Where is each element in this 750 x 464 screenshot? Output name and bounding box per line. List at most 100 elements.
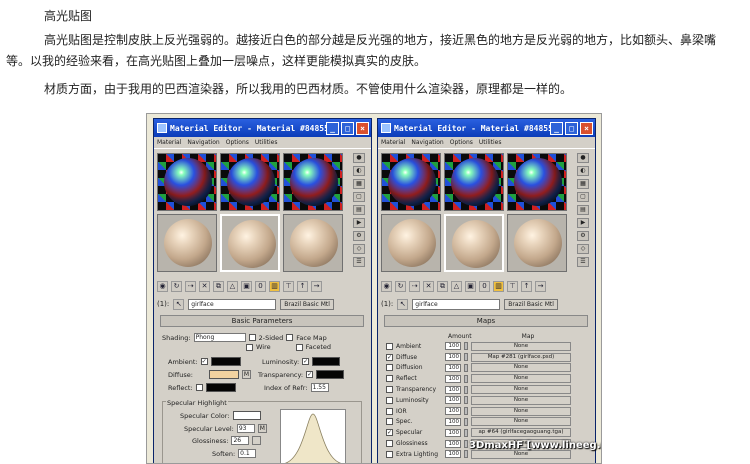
material-type-button[interactable]: Brazil Basic Mtl [280,298,334,310]
go-forward-icon[interactable]: → [311,280,322,292]
map-slot-button[interactable]: None [471,449,571,459]
make-copy-icon[interactable]: ⧉ [437,280,448,292]
sample-type-icon[interactable]: ● [577,153,589,163]
pick-material-icon[interactable]: ↖ [397,298,409,310]
ambient-lock-checkbox[interactable]: ✓ [200,358,208,365]
map-amount-input[interactable]: 100 [445,439,461,448]
map-amount-input[interactable]: 100 [445,407,461,416]
show-map-icon[interactable]: ▥ [493,280,504,292]
map-slot-button[interactable]: None [471,395,571,405]
luminosity-checkbox[interactable]: ✓ [302,358,310,365]
spec-level-input[interactable]: 93 [236,424,255,433]
map-amount-spinner[interactable] [464,396,468,405]
map-amount-spinner[interactable] [464,374,468,383]
diffuse-color-swatch[interactable] [208,370,239,379]
glossiness-input[interactable]: 26 [231,436,250,445]
transparency-checkbox[interactable]: ✓ [306,371,314,378]
reset-map-icon[interactable]: ✕ [199,280,210,292]
map-slot-button[interactable]: ap #64 (girlfacegaoguang.tga) [471,428,571,438]
sample-type-icon[interactable]: ● [353,153,365,163]
map-amount-spinner[interactable] [464,439,468,448]
map-slot-button[interactable]: None [471,385,571,395]
map-amount-spinner[interactable] [464,342,468,351]
material-slot-selected[interactable] [444,214,504,272]
diffuse-map-button[interactable]: M [241,370,251,379]
map-enable-checkbox[interactable] [386,375,393,383]
ior-input[interactable]: 1.55 [310,383,329,392]
close-button[interactable]: × [580,121,593,135]
go-to-parent-icon[interactable]: ↑ [297,280,308,292]
show-map-icon[interactable]: ▥ [269,280,280,292]
video-color-icon[interactable]: ▤ [353,205,365,215]
video-color-icon[interactable]: ▤ [577,205,589,215]
menu-utilities[interactable]: Utilities [479,139,502,146]
map-enable-checkbox[interactable] [386,440,393,448]
map-enable-checkbox[interactable] [386,396,393,404]
material-slot[interactable] [507,214,567,272]
map-amount-input[interactable]: 100 [445,428,461,437]
material-slot[interactable] [157,214,217,272]
luminosity-color-swatch[interactable] [312,357,341,366]
uv-tiling-icon[interactable]: ▢ [353,192,365,202]
background-icon[interactable]: ▦ [577,179,589,189]
make-preview-icon[interactable]: ▶ [577,218,589,228]
map-slot-button[interactable]: None [471,417,571,427]
reflect-color-swatch[interactable] [205,383,236,392]
put-to-scene-icon[interactable]: ↻ [171,280,182,292]
make-unique-icon[interactable]: △ [227,280,238,292]
glossiness-map-button[interactable] [252,436,262,445]
close-button[interactable]: × [356,121,369,135]
minimize-button[interactable]: _ [550,121,563,135]
map-amount-spinner[interactable] [464,450,468,459]
map-enable-checkbox[interactable] [386,342,393,350]
assign-material-icon[interactable]: ⇢ [185,280,196,292]
material-slot[interactable] [444,153,504,211]
material-type-button[interactable]: Brazil Basic Mtl [504,298,558,310]
map-amount-spinner[interactable] [464,428,468,437]
shading-dropdown[interactable]: Phong [193,333,246,342]
map-enable-checkbox[interactable]: ✓ [386,429,393,437]
rollout-header[interactable]: Basic Parameters [160,315,364,327]
select-by-material-icon[interactable]: ◇ [577,244,589,254]
reflect-checkbox[interactable] [195,384,203,391]
map-enable-checkbox[interactable]: ✓ [386,353,393,361]
map-enable-checkbox[interactable] [386,364,393,372]
menu-options[interactable]: Options [450,139,473,146]
show-end-result-icon[interactable]: ⊤ [507,280,518,292]
map-amount-spinner[interactable] [464,407,468,416]
material-slot[interactable] [283,153,343,211]
map-amount-input[interactable]: 100 [445,374,461,383]
transparency-color-swatch[interactable] [316,370,345,379]
menu-utilities[interactable]: Utilities [255,139,278,146]
go-to-parent-icon[interactable]: ↑ [521,280,532,292]
material-slot[interactable] [283,214,343,272]
menu-material[interactable]: Material [157,139,181,146]
options-icon[interactable]: ⚙ [353,231,365,241]
menu-options[interactable]: Options [226,139,249,146]
uv-tiling-icon[interactable]: ▢ [577,192,589,202]
map-amount-input[interactable]: 100 [445,342,461,351]
select-by-material-icon[interactable]: ◇ [353,244,365,254]
material-id-icon[interactable]: 0 [479,280,490,292]
backlight-icon[interactable]: ◐ [353,166,365,176]
minimize-button[interactable]: _ [326,121,339,135]
map-slot-button[interactable]: None [471,374,571,384]
show-end-result-icon[interactable]: ⊤ [283,280,294,292]
spec-level-map-button[interactable]: M [257,424,267,433]
map-enable-checkbox[interactable] [386,418,393,426]
map-amount-input[interactable]: 100 [445,396,461,405]
make-preview-icon[interactable]: ▶ [353,218,365,228]
get-material-icon[interactable]: ◉ [381,280,392,292]
options-icon[interactable]: ⚙ [577,231,589,241]
soften-input[interactable]: 0.1 [238,449,257,458]
map-amount-input[interactable]: 100 [445,417,461,426]
assign-material-icon[interactable]: ⇢ [409,280,420,292]
map-amount-input[interactable]: 100 [445,363,461,372]
map-enable-checkbox[interactable] [386,450,393,458]
material-navigator-icon[interactable]: ☰ [353,257,365,267]
material-name-input[interactable]: girlface [188,298,277,310]
material-name-input[interactable]: girlface [412,298,501,310]
material-slot[interactable] [507,153,567,211]
faceted-checkbox[interactable] [295,343,303,351]
map-slot-button[interactable]: None [471,406,571,416]
